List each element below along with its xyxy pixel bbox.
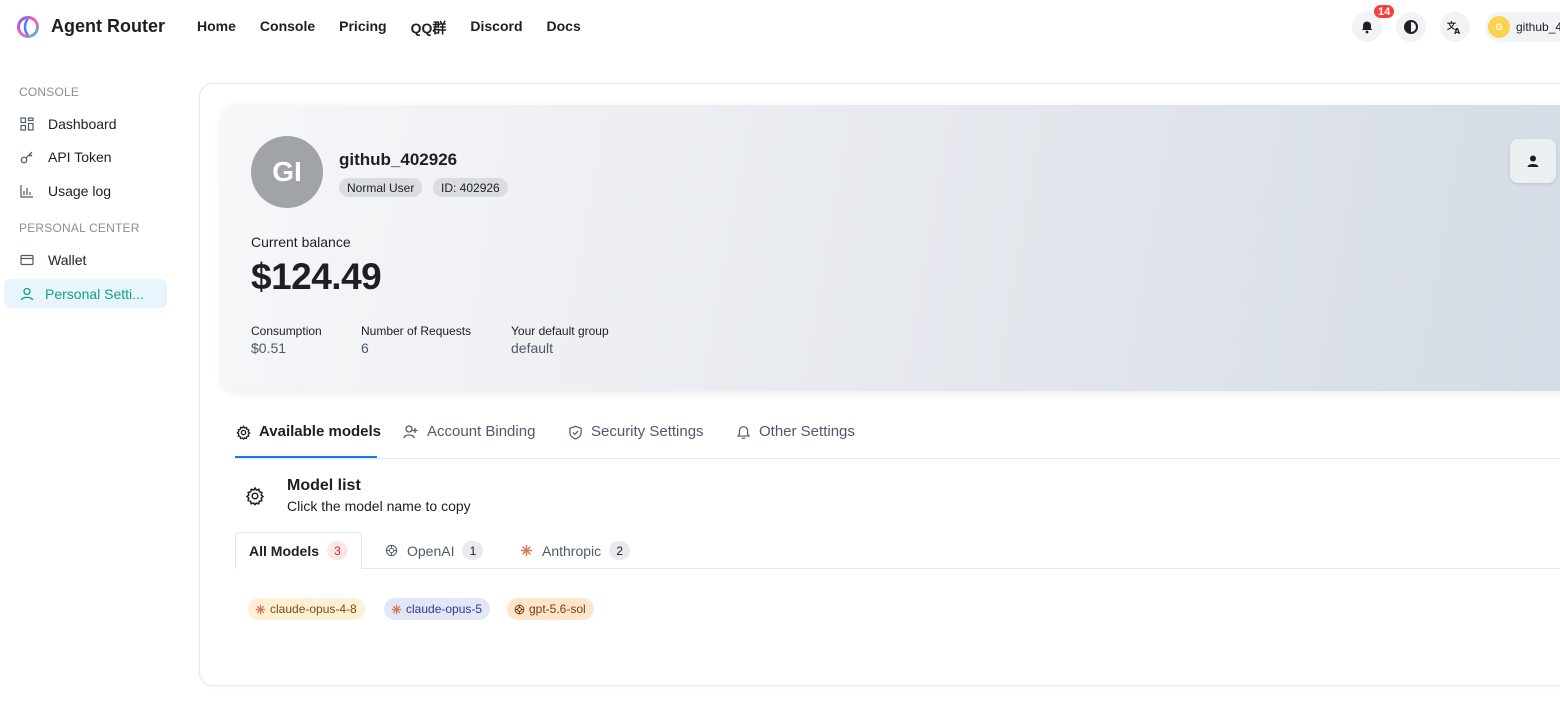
sidebar-item-label: Wallet <box>48 251 87 268</box>
sidebar-item-label: Personal Setti... <box>45 285 144 302</box>
filter-count-badge: 1 <box>462 541 484 560</box>
language-button[interactable]: 文A <box>1440 12 1470 42</box>
filter-openai[interactable]: OpenAI 1 <box>371 532 496 569</box>
tabs-divider <box>235 458 1560 459</box>
stat-group-label: Your default group <box>511 324 609 338</box>
tab-available-models[interactable]: Available models <box>235 423 381 458</box>
anthropic-icon <box>391 604 402 615</box>
balance-label: Current balance <box>251 234 351 250</box>
balance-value: $124.49 <box>251 256 382 297</box>
tab-label: Security Settings <box>591 423 704 440</box>
tab-account-binding[interactable]: Account Binding <box>403 423 535 458</box>
tab-security-settings[interactable]: Security Settings <box>567 423 704 458</box>
nav-qq[interactable]: QQ群 <box>411 18 447 38</box>
chart-icon <box>19 183 35 199</box>
filter-label: All Models <box>249 542 320 559</box>
anthropic-icon <box>519 544 533 558</box>
theme-moon-icon <box>1404 20 1418 34</box>
filter-anthropic[interactable]: Anthropic 2 <box>506 532 643 569</box>
user-icon <box>19 286 35 302</box>
profile-action-button[interactable] <box>1510 139 1556 183</box>
nav-home[interactable]: Home <box>197 18 236 38</box>
sidebar-item-label: Usage log <box>48 182 112 199</box>
profile-card <box>221 105 1560 391</box>
notification-badge: 14 <box>1373 4 1396 19</box>
user-menu[interactable]: G github_4 <box>1485 12 1560 42</box>
gear-icon <box>245 486 265 506</box>
wallet-icon <box>19 252 35 268</box>
filter-count-badge: 3 <box>327 541 349 560</box>
openai-icon <box>384 544 398 558</box>
model-name: gpt-5.6-sol <box>529 602 586 616</box>
sidebar-item-label: API Token <box>48 148 112 165</box>
sidebar-item-api-token[interactable]: API Token <box>4 142 167 171</box>
sidebar-item-usage-log[interactable]: Usage log <box>4 176 167 205</box>
svg-text:A: A <box>1454 27 1461 35</box>
stat-consumption-label: Consumption <box>251 324 322 338</box>
user-avatar: G <box>1488 16 1510 38</box>
bell-icon <box>1361 21 1373 34</box>
nav-console[interactable]: Console <box>260 18 315 38</box>
main-nav: Home Console Pricing QQ群 Discord Docs <box>197 18 605 38</box>
stat-requests-label: Number of Requests <box>361 324 472 338</box>
tab-label: Available models <box>259 423 381 440</box>
nav-discord[interactable]: Discord <box>470 18 522 38</box>
dashboard-icon <box>19 116 35 132</box>
model-chip-gpt-5-6-sol[interactable]: gpt-5.6-sol <box>507 598 594 620</box>
filter-count-badge: 2 <box>609 541 631 560</box>
sidebar-item-wallet[interactable]: Wallet <box>4 245 167 274</box>
nav-pricing[interactable]: Pricing <box>339 18 386 38</box>
profile-username: github_402926 <box>339 150 458 169</box>
user-name: github_4 <box>1516 20 1560 34</box>
model-chip-claude-opus-4-8[interactable]: claude-opus-4-8 <box>248 598 365 620</box>
user-icon <box>1527 155 1539 167</box>
id-tag: ID: 402926 <box>433 178 508 197</box>
model-list-subtitle: Click the model name to copy <box>287 498 471 514</box>
model-chip-claude-opus-5[interactable]: claude-opus-5 <box>384 598 491 620</box>
filter-all-models[interactable]: All Models 3 <box>235 532 363 569</box>
model-name: claude-opus-4-8 <box>270 602 357 616</box>
stat-consumption-value: $0.51 <box>251 340 287 356</box>
active-tab-indicator <box>235 456 377 458</box>
theme-toggle-button[interactable] <box>1396 12 1426 42</box>
sidebar-item-dashboard[interactable]: Dashboard <box>4 109 167 138</box>
sidebar-section-console: CONSOLE <box>19 85 80 99</box>
translate-icon: 文A <box>1447 20 1461 35</box>
sidebar-section-personal: PERSONAL CENTER <box>19 221 140 235</box>
stat-requests-value: 6 <box>361 340 369 356</box>
openai-icon <box>514 604 525 615</box>
profile-avatar: GI <box>251 136 323 208</box>
key-icon <box>19 149 35 165</box>
sidebar-item-label: Dashboard <box>48 115 117 132</box>
nav-docs[interactable]: Docs <box>547 18 581 38</box>
stat-group-value: default <box>511 340 554 356</box>
tab-other-settings[interactable]: Other Settings <box>735 423 855 458</box>
gear-icon <box>235 424 251 440</box>
filter-label: OpenAI <box>407 542 455 559</box>
model-list-title: Model list <box>287 477 361 494</box>
app-logo-icon[interactable] <box>17 16 39 38</box>
model-name: claude-opus-5 <box>406 602 483 616</box>
role-tag: Normal User <box>339 178 423 197</box>
top-header: Agent Router Home Console Pricing QQ群 Di… <box>0 0 1560 54</box>
user-add-icon <box>403 424 419 440</box>
anthropic-icon <box>255 604 266 615</box>
app-title[interactable]: Agent Router <box>51 16 165 37</box>
tab-label: Other Settings <box>759 423 855 440</box>
shield-icon <box>567 424 583 440</box>
sidebar-item-personal-settings[interactable]: Personal Setti... <box>4 279 167 308</box>
filter-label: Anthropic <box>542 542 602 559</box>
bell-icon <box>735 424 751 440</box>
tab-label: Account Binding <box>427 423 536 440</box>
